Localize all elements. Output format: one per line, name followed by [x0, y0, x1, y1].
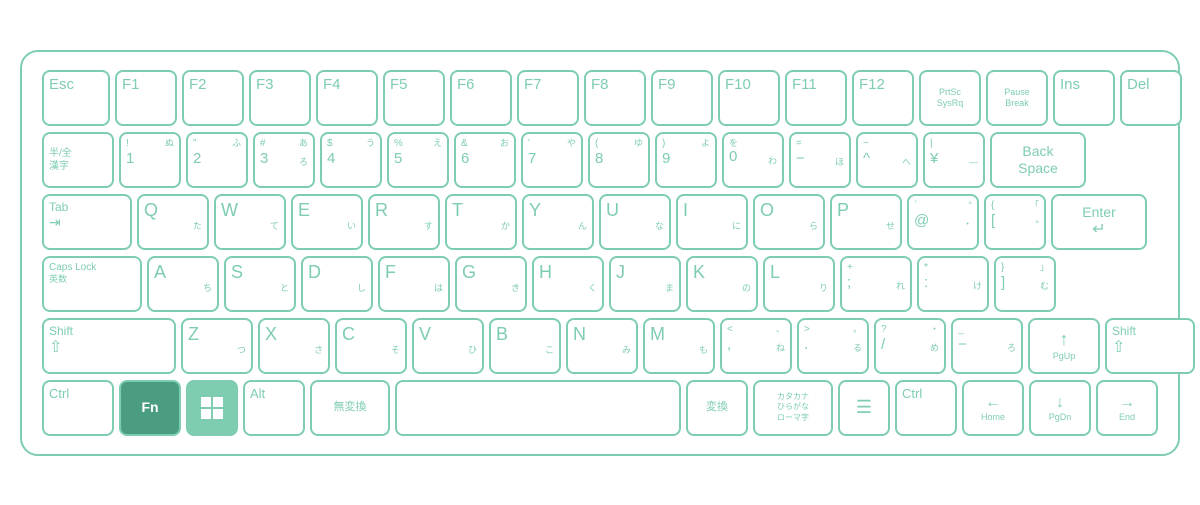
key-close-bracket[interactable]: }」 ]む — [994, 256, 1056, 312]
key-j[interactable]: J ま — [609, 256, 681, 312]
key-2[interactable]: "ふ 2 — [186, 132, 248, 188]
key-katakana[interactable]: カタカナ ひらがな ローマ字 — [753, 380, 833, 436]
key-5[interactable]: %え 5 — [387, 132, 449, 188]
key-f8[interactable]: F8 — [584, 70, 646, 126]
key-end[interactable]: → End — [1096, 380, 1158, 436]
key-minus[interactable]: = −ほ — [789, 132, 851, 188]
function-row: Esc F1 F2 F3 F4 F5 F6 F7 F8 F9 F10 F11 F… — [42, 70, 1158, 126]
key-t[interactable]: T か — [445, 194, 517, 250]
key-f5[interactable]: F5 — [383, 70, 445, 126]
key-8[interactable]: (ゆ 8 — [588, 132, 650, 188]
key-f2[interactable]: F2 — [182, 70, 244, 126]
key-x[interactable]: X さ — [258, 318, 330, 374]
key-0[interactable]: を 0わ — [722, 132, 784, 188]
key-b[interactable]: B こ — [489, 318, 561, 374]
key-ctrl-right[interactable]: Ctrl — [895, 380, 957, 436]
key-esc[interactable]: Esc — [42, 70, 110, 126]
key-y[interactable]: Y ん — [522, 194, 594, 250]
qwerty-row: Tab ⇥ Q た W て E い R す T か Y ん U な — [42, 194, 1158, 250]
key-win[interactable] — [186, 380, 238, 436]
key-pause[interactable]: PauseBreak — [986, 70, 1048, 126]
key-1[interactable]: !ぬ 1 — [119, 132, 181, 188]
bottom-row: Ctrl Fn Alt 無変換 変換 カタカナ ひらがな ローマ字 ☰ Ctrl… — [42, 380, 1158, 436]
key-henkan[interactable]: 変換 — [686, 380, 748, 436]
key-enter[interactable]: Enter ↵ — [1051, 194, 1147, 250]
key-comma[interactable]: <、 ,ね — [720, 318, 792, 374]
keyboard: Esc F1 F2 F3 F4 F5 F6 F7 F8 F9 F10 F11 F… — [20, 50, 1180, 456]
key-ctrl-left[interactable]: Ctrl — [42, 380, 114, 436]
key-hanzenkaku[interactable]: 半/全 漢字 — [42, 132, 114, 188]
key-f[interactable]: F は — [378, 256, 450, 312]
key-o[interactable]: O ら — [753, 194, 825, 250]
key-del[interactable]: Del — [1120, 70, 1182, 126]
number-row: 半/全 漢字 !ぬ 1 "ふ 2 #あ 3ろ $う 4 %え 5 &お 6 'や — [42, 132, 1158, 188]
key-g[interactable]: G き — [455, 256, 527, 312]
key-f1[interactable]: F1 — [115, 70, 177, 126]
key-shift-right[interactable]: Shift ⇧ — [1105, 318, 1195, 374]
key-r[interactable]: R す — [368, 194, 440, 250]
key-at[interactable]: `° @・ — [907, 194, 979, 250]
key-yen[interactable]: | ¥— — [923, 132, 985, 188]
key-p[interactable]: P せ — [830, 194, 902, 250]
key-f12[interactable]: F12 — [852, 70, 914, 126]
key-f7[interactable]: F7 — [517, 70, 579, 126]
key-9[interactable]: )よ 9 — [655, 132, 717, 188]
key-left[interactable]: ← Home — [962, 380, 1024, 436]
key-v[interactable]: V ひ — [412, 318, 484, 374]
key-capslock[interactable]: Caps Lock 英数 — [42, 256, 142, 312]
key-slash[interactable]: ?・ /め — [874, 318, 946, 374]
key-f4[interactable]: F4 — [316, 70, 378, 126]
key-6[interactable]: &お 6 — [454, 132, 516, 188]
key-alt-left[interactable]: Alt — [243, 380, 305, 436]
key-pgup[interactable]: ↑ PgUp — [1028, 318, 1100, 374]
key-f6[interactable]: F6 — [450, 70, 512, 126]
key-z[interactable]: Z つ — [181, 318, 253, 374]
key-h[interactable]: H く — [532, 256, 604, 312]
asdf-row: Caps Lock 英数 A ち S と D し F は G き H く J ま — [42, 256, 1158, 312]
key-n[interactable]: N み — [566, 318, 638, 374]
key-l[interactable]: L り — [763, 256, 835, 312]
key-fn[interactable]: Fn — [119, 380, 181, 436]
key-open-bracket[interactable]: {「 [° — [984, 194, 1046, 250]
key-a[interactable]: A ち — [147, 256, 219, 312]
key-k[interactable]: K の — [686, 256, 758, 312]
key-colon[interactable]: * :け — [917, 256, 989, 312]
key-backspace[interactable]: BackSpace — [990, 132, 1086, 188]
key-d[interactable]: D し — [301, 256, 373, 312]
key-shift-left[interactable]: Shift ⇧ — [42, 318, 176, 374]
key-e[interactable]: E い — [291, 194, 363, 250]
key-muhenkan[interactable]: 無変換 — [310, 380, 390, 436]
key-f9[interactable]: F9 — [651, 70, 713, 126]
key-f10[interactable]: F10 — [718, 70, 780, 126]
key-f11[interactable]: F11 — [785, 70, 847, 126]
key-f3[interactable]: F3 — [249, 70, 311, 126]
key-4[interactable]: $う 4 — [320, 132, 382, 188]
key-ins[interactable]: Ins — [1053, 70, 1115, 126]
key-u[interactable]: U な — [599, 194, 671, 250]
key-prtsc[interactable]: PrtScSysRq — [919, 70, 981, 126]
key-caret[interactable]: ~ ^へ — [856, 132, 918, 188]
key-s[interactable]: S と — [224, 256, 296, 312]
key-semicolon[interactable]: + ;れ — [840, 256, 912, 312]
key-space[interactable] — [395, 380, 681, 436]
key-tab[interactable]: Tab ⇥ — [42, 194, 132, 250]
key-3[interactable]: #あ 3ろ — [253, 132, 315, 188]
key-m[interactable]: M も — [643, 318, 715, 374]
key-period[interactable]: >。 .る — [797, 318, 869, 374]
key-q[interactable]: Q た — [137, 194, 209, 250]
key-pgdn[interactable]: ↓ PgDn — [1029, 380, 1091, 436]
key-backslash[interactable]: _ −ろ — [951, 318, 1023, 374]
key-7[interactable]: 'や 7 — [521, 132, 583, 188]
key-w[interactable]: W て — [214, 194, 286, 250]
key-i[interactable]: I に — [676, 194, 748, 250]
key-menu[interactable]: ☰ — [838, 380, 890, 436]
zxcv-row: Shift ⇧ Z つ X さ C そ V ひ B こ N み M も — [42, 318, 1158, 374]
key-c[interactable]: C そ — [335, 318, 407, 374]
